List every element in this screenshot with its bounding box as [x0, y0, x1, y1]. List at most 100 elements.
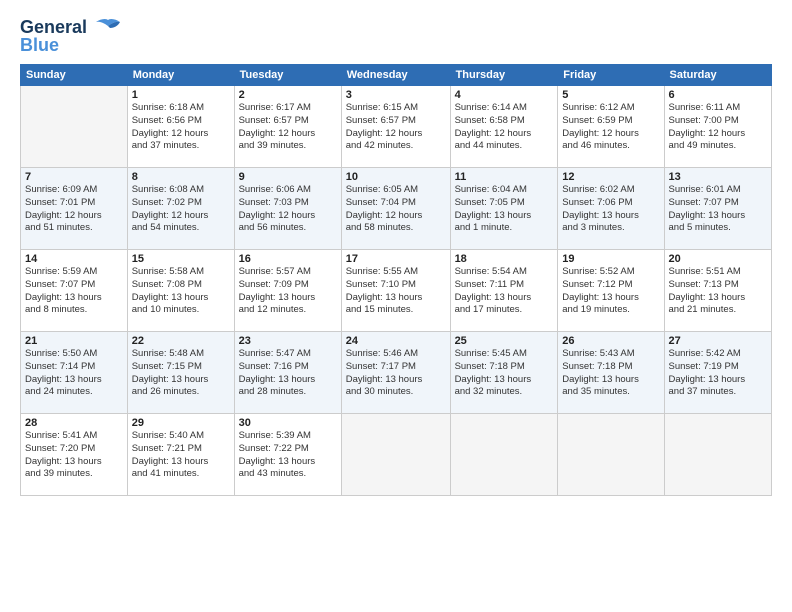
day-number: 30: [239, 417, 337, 429]
day-info: Sunrise: 5:41 AM Sunset: 7:20 PM Dayligh…: [25, 430, 123, 481]
calendar-cell: 19Sunrise: 5:52 AM Sunset: 7:12 PM Dayli…: [558, 250, 664, 332]
logo: General Blue: [20, 18, 122, 56]
calendar-cell: 8Sunrise: 6:08 AM Sunset: 7:02 PM Daylig…: [127, 168, 234, 250]
day-info: Sunrise: 6:01 AM Sunset: 7:07 PM Dayligh…: [669, 184, 768, 235]
day-number: 14: [25, 253, 123, 265]
day-number: 17: [346, 253, 446, 265]
day-info: Sunrise: 5:50 AM Sunset: 7:14 PM Dayligh…: [25, 348, 123, 399]
day-number: 24: [346, 335, 446, 347]
calendar-cell: [341, 414, 450, 496]
calendar-cell: 9Sunrise: 6:06 AM Sunset: 7:03 PM Daylig…: [234, 168, 341, 250]
day-info: Sunrise: 5:42 AM Sunset: 7:19 PM Dayligh…: [669, 348, 768, 399]
day-info: Sunrise: 6:11 AM Sunset: 7:00 PM Dayligh…: [669, 102, 768, 153]
day-info: Sunrise: 5:45 AM Sunset: 7:18 PM Dayligh…: [455, 348, 554, 399]
header: General Blue: [20, 18, 772, 56]
day-info: Sunrise: 5:59 AM Sunset: 7:07 PM Dayligh…: [25, 266, 123, 317]
day-number: 8: [132, 171, 230, 183]
day-number: 28: [25, 417, 123, 429]
day-info: Sunrise: 6:08 AM Sunset: 7:02 PM Dayligh…: [132, 184, 230, 235]
calendar-cell: 29Sunrise: 5:40 AM Sunset: 7:21 PM Dayli…: [127, 414, 234, 496]
weekday-header: Wednesday: [341, 65, 450, 86]
day-info: Sunrise: 5:54 AM Sunset: 7:11 PM Dayligh…: [455, 266, 554, 317]
day-info: Sunrise: 5:39 AM Sunset: 7:22 PM Dayligh…: [239, 430, 337, 481]
calendar-cell: 21Sunrise: 5:50 AM Sunset: 7:14 PM Dayli…: [21, 332, 128, 414]
calendar-cell: 23Sunrise: 5:47 AM Sunset: 7:16 PM Dayli…: [234, 332, 341, 414]
weekday-header: Monday: [127, 65, 234, 86]
day-number: 5: [562, 89, 659, 101]
calendar-cell: 7Sunrise: 6:09 AM Sunset: 7:01 PM Daylig…: [21, 168, 128, 250]
day-number: 18: [455, 253, 554, 265]
day-info: Sunrise: 5:51 AM Sunset: 7:13 PM Dayligh…: [669, 266, 768, 317]
day-info: Sunrise: 6:17 AM Sunset: 6:57 PM Dayligh…: [239, 102, 337, 153]
calendar-cell: 20Sunrise: 5:51 AM Sunset: 7:13 PM Dayli…: [664, 250, 772, 332]
day-info: Sunrise: 5:40 AM Sunset: 7:21 PM Dayligh…: [132, 430, 230, 481]
weekday-header: Friday: [558, 65, 664, 86]
day-info: Sunrise: 6:04 AM Sunset: 7:05 PM Dayligh…: [455, 184, 554, 235]
calendar-cell: [21, 86, 128, 168]
calendar-cell: 5Sunrise: 6:12 AM Sunset: 6:59 PM Daylig…: [558, 86, 664, 168]
calendar-cell: 10Sunrise: 6:05 AM Sunset: 7:04 PM Dayli…: [341, 168, 450, 250]
calendar-cell: 27Sunrise: 5:42 AM Sunset: 7:19 PM Dayli…: [664, 332, 772, 414]
day-number: 15: [132, 253, 230, 265]
day-info: Sunrise: 6:05 AM Sunset: 7:04 PM Dayligh…: [346, 184, 446, 235]
day-info: Sunrise: 5:47 AM Sunset: 7:16 PM Dayligh…: [239, 348, 337, 399]
day-info: Sunrise: 6:02 AM Sunset: 7:06 PM Dayligh…: [562, 184, 659, 235]
day-number: 27: [669, 335, 768, 347]
day-info: Sunrise: 5:48 AM Sunset: 7:15 PM Dayligh…: [132, 348, 230, 399]
calendar-cell: 13Sunrise: 6:01 AM Sunset: 7:07 PM Dayli…: [664, 168, 772, 250]
calendar-cell: 14Sunrise: 5:59 AM Sunset: 7:07 PM Dayli…: [21, 250, 128, 332]
calendar-cell: 22Sunrise: 5:48 AM Sunset: 7:15 PM Dayli…: [127, 332, 234, 414]
day-info: Sunrise: 6:12 AM Sunset: 6:59 PM Dayligh…: [562, 102, 659, 153]
bird-icon: [94, 18, 122, 38]
calendar-cell: 6Sunrise: 6:11 AM Sunset: 7:00 PM Daylig…: [664, 86, 772, 168]
day-info: Sunrise: 5:52 AM Sunset: 7:12 PM Dayligh…: [562, 266, 659, 317]
day-number: 20: [669, 253, 768, 265]
weekday-header: Sunday: [21, 65, 128, 86]
weekday-header: Saturday: [664, 65, 772, 86]
calendar-cell: 15Sunrise: 5:58 AM Sunset: 7:08 PM Dayli…: [127, 250, 234, 332]
calendar-cell: 30Sunrise: 5:39 AM Sunset: 7:22 PM Dayli…: [234, 414, 341, 496]
calendar-cell: 16Sunrise: 5:57 AM Sunset: 7:09 PM Dayli…: [234, 250, 341, 332]
day-number: 25: [455, 335, 554, 347]
day-number: 16: [239, 253, 337, 265]
calendar-cell: 2Sunrise: 6:17 AM Sunset: 6:57 PM Daylig…: [234, 86, 341, 168]
day-number: 7: [25, 171, 123, 183]
calendar-cell: [558, 414, 664, 496]
calendar-cell: 24Sunrise: 5:46 AM Sunset: 7:17 PM Dayli…: [341, 332, 450, 414]
calendar-cell: 25Sunrise: 5:45 AM Sunset: 7:18 PM Dayli…: [450, 332, 558, 414]
day-info: Sunrise: 6:15 AM Sunset: 6:57 PM Dayligh…: [346, 102, 446, 153]
day-number: 11: [455, 171, 554, 183]
day-number: 21: [25, 335, 123, 347]
day-number: 29: [132, 417, 230, 429]
day-info: Sunrise: 6:18 AM Sunset: 6:56 PM Dayligh…: [132, 102, 230, 153]
calendar-cell: 11Sunrise: 6:04 AM Sunset: 7:05 PM Dayli…: [450, 168, 558, 250]
day-info: Sunrise: 6:06 AM Sunset: 7:03 PM Dayligh…: [239, 184, 337, 235]
calendar-cell: 4Sunrise: 6:14 AM Sunset: 6:58 PM Daylig…: [450, 86, 558, 168]
day-number: 2: [239, 89, 337, 101]
weekday-header: Tuesday: [234, 65, 341, 86]
day-number: 12: [562, 171, 659, 183]
day-number: 26: [562, 335, 659, 347]
calendar-cell: 3Sunrise: 6:15 AM Sunset: 6:57 PM Daylig…: [341, 86, 450, 168]
page: General Blue SundayMondayTuesdayWednesda…: [0, 0, 792, 612]
day-info: Sunrise: 5:46 AM Sunset: 7:17 PM Dayligh…: [346, 348, 446, 399]
calendar-cell: 12Sunrise: 6:02 AM Sunset: 7:06 PM Dayli…: [558, 168, 664, 250]
day-info: Sunrise: 5:55 AM Sunset: 7:10 PM Dayligh…: [346, 266, 446, 317]
calendar: SundayMondayTuesdayWednesdayThursdayFrid…: [20, 64, 772, 496]
calendar-cell: 17Sunrise: 5:55 AM Sunset: 7:10 PM Dayli…: [341, 250, 450, 332]
day-number: 4: [455, 89, 554, 101]
calendar-cell: 1Sunrise: 6:18 AM Sunset: 6:56 PM Daylig…: [127, 86, 234, 168]
logo-blue: Blue: [20, 36, 122, 56]
day-number: 3: [346, 89, 446, 101]
day-info: Sunrise: 5:57 AM Sunset: 7:09 PM Dayligh…: [239, 266, 337, 317]
day-number: 19: [562, 253, 659, 265]
weekday-header: Thursday: [450, 65, 558, 86]
day-number: 13: [669, 171, 768, 183]
day-number: 22: [132, 335, 230, 347]
day-info: Sunrise: 5:58 AM Sunset: 7:08 PM Dayligh…: [132, 266, 230, 317]
calendar-cell: 26Sunrise: 5:43 AM Sunset: 7:18 PM Dayli…: [558, 332, 664, 414]
calendar-cell: [450, 414, 558, 496]
calendar-cell: 18Sunrise: 5:54 AM Sunset: 7:11 PM Dayli…: [450, 250, 558, 332]
day-number: 1: [132, 89, 230, 101]
day-info: Sunrise: 6:09 AM Sunset: 7:01 PM Dayligh…: [25, 184, 123, 235]
